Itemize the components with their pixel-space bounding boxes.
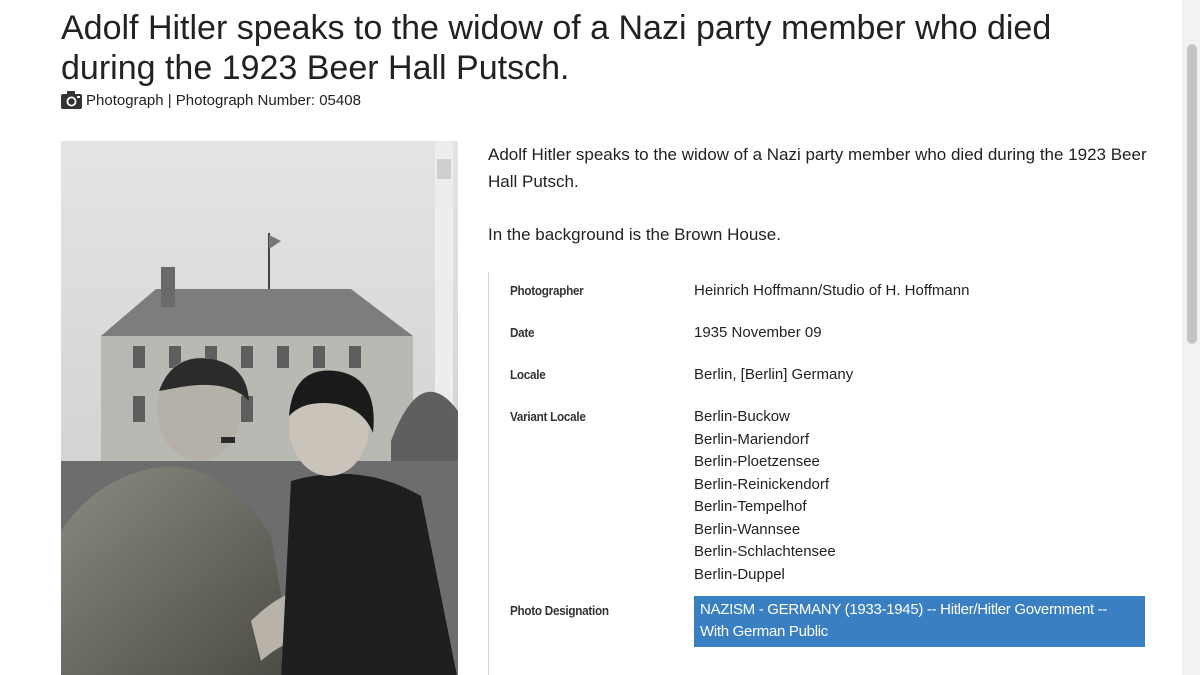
record-type-line: Photograph | Photograph Number: 05408 [61,89,361,111]
details-label: Photographer [510,283,584,298]
variant-locale-item: Berlin-Mariendorf [694,430,810,448]
record-page: Adolf Hitler speaks to the widow of a Na… [0,0,1200,675]
scrollbar-thumb[interactable] [1187,44,1197,344]
details-table: Photographer Heinrich Hoffmann/Studio of… [488,272,1149,675]
caption-paragraph: Adolf Hitler speaks to the widow of a Na… [488,145,1147,191]
variant-locale-item: Berlin-Wannsee [694,520,801,538]
photo-designation-tag[interactable]: NAZISM - GERMANY (1933-1945) -- Hitler/H… [694,596,1145,647]
variant-locale-item: Berlin-Buckow [694,408,790,425]
variant-locale-item: Berlin-Duppel [694,565,785,583]
details-label: Photo Designation [510,603,609,618]
page-scrollbar[interactable] [1182,0,1200,675]
photo-caption: Adolf Hitler speaks to the widow of a Na… [488,141,1148,248]
variant-locale-list: Berlin-Buckow Berlin-Mariendorf Berlin-P… [694,406,836,586]
record-type-text: Photograph | Photograph Number: 05408 [86,91,361,109]
details-label: Date [510,325,535,340]
variant-locale-item: Berlin-Ploetzensee [694,453,820,470]
variant-locale-item: Berlin-Reinickendorf [694,475,830,493]
details-value: Heinrich Hoffmann/Studio of H. Hoffmann [694,282,970,299]
caption-paragraph: In the background is the Brown House. [488,225,781,244]
details-value: Berlin, [Berlin] Germany [694,366,854,383]
details-label: Locale [510,367,546,382]
details-value: 1935 November 09 [694,324,822,341]
variant-locale-item: Berlin-Tempelhof [694,498,807,515]
camera-icon [61,91,82,109]
variant-locale-item: Berlin-Schlachtensee [694,543,836,560]
historical-photograph[interactable] [61,141,458,675]
page-title: Adolf Hitler speaks to the widow of a Na… [61,9,1052,87]
details-label: Variant Locale [510,409,586,424]
